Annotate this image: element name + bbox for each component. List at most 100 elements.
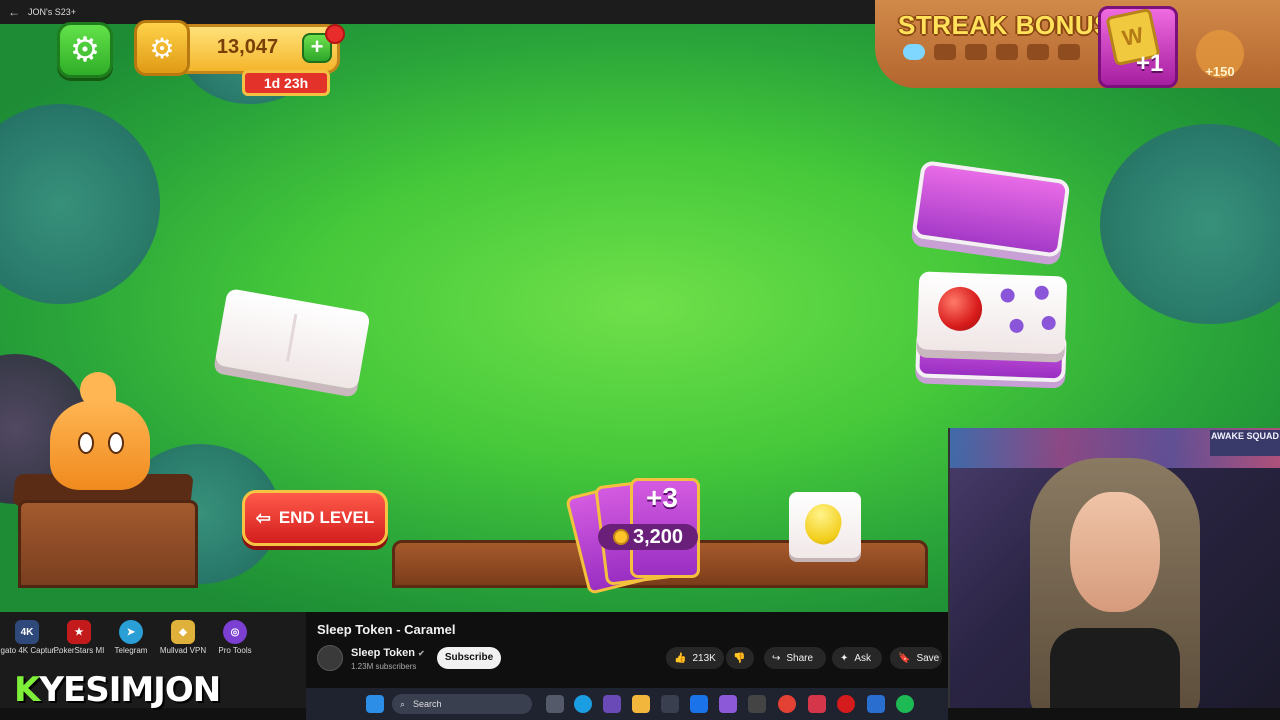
shortcut-label: Mullvad VPN	[159, 646, 207, 655]
exit-icon: ⇦	[255, 507, 271, 528]
streak-pip	[934, 44, 956, 60]
desktop-shortcuts: 4K Elgato 4K Captur... ★ PokerStars MI ➤…	[0, 620, 258, 655]
coin-icon	[612, 529, 629, 545]
store-icon[interactable]	[661, 695, 679, 713]
thumbs-down-icon: 👎	[733, 652, 746, 664]
channel-name-text: Sleep Token	[351, 647, 415, 659]
shortcut-label: Elgato 4K Captur...	[0, 646, 61, 655]
search-label: Search	[413, 699, 442, 709]
settings-gear-button[interactable]: ⚙	[57, 22, 113, 78]
deck-price-value: 3,200	[632, 525, 684, 548]
like-button[interactable]: 👍 213K	[666, 647, 724, 669]
carrot-body	[50, 400, 150, 490]
event-timer: 1d 23h	[242, 70, 330, 96]
treasure-chest	[18, 500, 198, 588]
next-reward-value: +150	[1205, 64, 1235, 79]
streak-pip	[1027, 44, 1049, 60]
shortcut-label: Pro Tools	[218, 646, 252, 655]
shortcut-protools[interactable]: ◎ Pro Tools	[212, 620, 258, 655]
maps-icon[interactable]	[808, 695, 826, 713]
streak-progress	[903, 44, 1080, 60]
windows-start-icon[interactable]	[366, 695, 384, 713]
like-count: 213K	[692, 652, 716, 664]
shortcut-mullvad[interactable]: ◆ Mullvad VPN	[160, 620, 206, 655]
streak-pip	[1058, 44, 1080, 60]
search-icon: ⌕	[400, 698, 406, 709]
subscriber-count: 1.23M subscribers	[351, 662, 417, 671]
ask-button[interactable]: ✦ Ask	[832, 647, 882, 669]
shortcut-pokerstars[interactable]: ★ PokerStars MI	[53, 620, 105, 655]
screen: ← JON's S23+ 🔈 ⋯ – ❐ ✕ ⚙ ⚙ 13,047 + 1d 2…	[0, 0, 1280, 720]
pokerstars-icon: ★	[67, 620, 91, 644]
pip-dot	[1000, 288, 1015, 303]
ask-label: Ask	[854, 652, 872, 664]
share-label: Share	[786, 652, 814, 664]
app-icon[interactable]	[867, 695, 885, 713]
back-arrow-icon[interactable]: ←	[0, 5, 28, 19]
chrome-icon[interactable]	[778, 695, 796, 713]
streak-bonus-title: STREAK BONUS	[898, 10, 1113, 40]
mascot-eye	[78, 432, 94, 454]
wall-sign: AWAKE SQUAD	[1210, 430, 1280, 456]
app-icon[interactable]	[837, 695, 855, 713]
brand-k: K	[14, 670, 40, 710]
shortcut-telegram[interactable]: ➤ Telegram	[108, 620, 154, 655]
reward-count: +1	[1136, 50, 1164, 77]
mascot-eye	[108, 432, 124, 454]
video-title: Sleep Token - Caramel	[317, 622, 456, 637]
deck-price: 3,200	[598, 524, 698, 550]
channel-name[interactable]: Sleep Token ✔	[351, 647, 425, 659]
gear-icon: ⚙	[69, 31, 101, 69]
coin-count: 13,047	[216, 36, 279, 58]
webcam-feed: AWAKE SQUAD	[948, 428, 1280, 708]
carrot-mascot	[40, 370, 160, 500]
pip-dot	[1034, 285, 1049, 300]
notification-dot	[325, 24, 345, 44]
streamer-person	[1010, 458, 1220, 708]
app-icon[interactable]	[719, 695, 737, 713]
shortcut-label: Telegram	[114, 646, 148, 655]
mullvad-icon: ◆	[171, 620, 195, 644]
telegram-icon: ➤	[119, 620, 143, 644]
person-shirt	[1050, 628, 1180, 708]
bookmark-icon: 🔖	[898, 652, 911, 664]
streamer-brand: KYESIMJON	[14, 670, 221, 710]
end-level-label: END LEVEL	[278, 508, 375, 527]
app-icon[interactable]	[603, 695, 621, 713]
lemon-slot-tile[interactable]	[789, 492, 861, 558]
shortcut-elgato[interactable]: 4K Elgato 4K Captur...	[0, 620, 61, 655]
save-label: Save	[916, 652, 940, 664]
mail-icon[interactable]	[690, 695, 708, 713]
save-button[interactable]: 🔖 Save	[890, 647, 942, 669]
apple-domino-tile[interactable]	[916, 271, 1068, 355]
youtube-video-info: Sleep Token - Caramel Sleep Token ✔ 1.23…	[306, 612, 948, 692]
shortcut-label: PokerStars MI	[53, 646, 105, 655]
spotify-icon[interactable]	[896, 695, 914, 713]
app-icon[interactable]	[748, 695, 766, 713]
verified-icon: ✔	[418, 649, 425, 658]
file-explorer-icon[interactable]	[632, 695, 650, 713]
share-button[interactable]: ↪ Share	[764, 647, 826, 669]
tile-divider	[286, 313, 298, 362]
leaf-decoration	[1100, 124, 1280, 324]
edge-icon[interactable]	[574, 695, 592, 713]
coin-gear-icon: ⚙	[134, 20, 190, 76]
subscribe-button[interactable]: Subscribe	[437, 647, 501, 669]
channel-avatar[interactable]	[317, 645, 343, 671]
share-icon: ↪	[772, 652, 781, 664]
taskbar-search[interactable]: ⌕ Search	[392, 694, 532, 714]
dislike-button[interactable]: 👎	[726, 647, 754, 669]
apple-icon	[937, 286, 983, 332]
streak-pip	[965, 44, 987, 60]
brand-name: YESIMJON	[39, 670, 221, 710]
leaf-decoration	[0, 104, 160, 304]
elgato-icon: 4K	[15, 620, 39, 644]
sparkle-icon: ✦	[840, 652, 849, 664]
streak-pip	[996, 44, 1018, 60]
streak-pip-filled	[903, 44, 925, 60]
task-view-icon[interactable]	[546, 695, 564, 713]
deck-plus-count: +3	[646, 482, 678, 513]
person-face	[1070, 492, 1160, 612]
end-level-button[interactable]: ⇦ END LEVEL	[242, 490, 388, 546]
pip-dot	[1009, 318, 1024, 334]
